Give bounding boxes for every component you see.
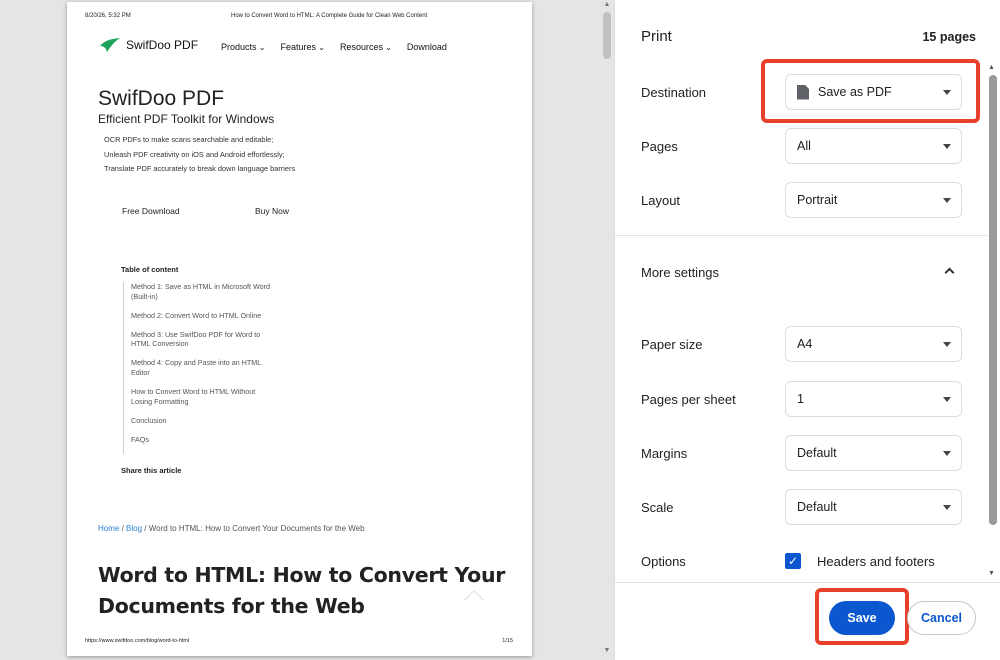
hero-feature-line: OCR PDFs to make scans searchable and ed… [104,135,274,144]
scale-select[interactable]: Default [785,489,962,525]
chevron-up-icon[interactable] [944,267,955,278]
hero-feature-list: OCR PDFs to make scans searchable and ed… [104,133,295,177]
dropdown-arrow-icon [943,144,951,149]
dropdown-arrow-icon [943,451,951,456]
breadcrumb-separator: / [121,524,124,533]
pages-per-sheet-label: Pages per sheet [641,392,736,407]
preview-scroll-up-icon[interactable]: ▲ [603,1,611,9]
page-footer-number: 1/15 [502,638,513,644]
toc-item[interactable]: Method 3: Use SwifDoo PDF for Word to HT… [131,330,273,349]
swift-bird-icon [100,38,120,52]
pages-value: All [797,139,811,153]
layout-label: Layout [641,193,681,208]
options-label: Options [641,554,686,569]
headers-footers-checkbox[interactable]: ✓ [785,553,801,569]
hero-feature-line: Unleash PDF creativity on iOS and Androi… [104,149,285,159]
scroll-down-icon[interactable]: ▼ [988,570,995,577]
site-nav: Products Features Resources Download [221,42,447,52]
save-highlight [815,588,909,645]
buy-now-button[interactable]: Buy Now [255,206,289,216]
dropdown-arrow-icon [943,505,951,510]
paper-size-label: Paper size [641,337,703,352]
print-preview-area: 8/20/26, 5:32 PM How to Convert Word to … [0,0,614,660]
settings-scrollbar-thumb[interactable] [989,75,997,525]
breadcrumb-current: Word to HTML: How to Convert Your Docume… [148,524,365,533]
preview-page: 8/20/26, 5:32 PM How to Convert Word to … [67,2,532,656]
page-footer-url: https://www.swifdoo.com/blog/word-to-htm… [85,638,190,644]
margins-select[interactable]: Default [785,435,962,471]
free-download-button[interactable]: Free Download [122,206,180,216]
nav-products[interactable]: Products [221,42,265,52]
logo-text: SwifDoo PDF [126,38,199,52]
toc-item[interactable]: Conclusion [131,416,273,426]
pages-label: Pages [641,139,678,154]
footer-divider [615,582,1000,583]
nav-download[interactable]: Download [407,42,447,52]
toc-item[interactable]: FAQs [131,435,273,445]
destination-label: Destination [641,85,707,100]
scroll-up-icon[interactable]: ▲ [988,64,995,71]
hero-feature-line: Translate PDF accurately to break down l… [104,164,296,174]
dropdown-arrow-icon [943,397,951,402]
paper-size-select[interactable]: A4 [785,326,962,362]
article-title: Word to HTML: How to Convert Your Docume… [98,563,506,618]
breadcrumb-blog[interactable]: Blog [126,524,142,533]
page-header-date: 8/20/26, 5:32 PM [85,13,131,19]
nav-resources[interactable]: Resources [340,42,392,52]
more-settings-toggle[interactable]: More settings [641,265,719,280]
breadcrumb-separator: / [144,524,147,533]
section-divider [615,235,987,236]
margins-value: Default [797,446,837,460]
breadcrumb: Home / Blog / Word to HTML: How to Conve… [98,524,365,533]
pages-per-sheet-value: 1 [797,392,804,406]
share-article-heading: Share this article [121,466,182,475]
print-settings-panel: Print 15 pages Destination Save as PDF P… [614,0,1000,660]
dropdown-arrow-icon [943,342,951,347]
preview-scroll-down-icon[interactable]: ▼ [603,647,611,655]
hero-title: SwifDoo PDF [98,87,225,110]
page-header-title: How to Convert Word to HTML: A Complete … [231,13,428,19]
scale-value: Default [797,500,837,514]
page-count: 15 pages [922,30,976,44]
scale-label: Scale [641,500,674,515]
toc-item[interactable]: How to Convert Word to HTML Without Losi… [131,387,273,406]
hero-subtitle: Efficient PDF Toolkit for Windows [98,112,275,126]
layout-value: Portrait [797,193,838,207]
toc-list: Method 1: Save as HTML in Microsoft Word… [123,282,273,455]
margins-label: Margins [641,446,688,461]
dropdown-arrow-icon [943,198,951,203]
headers-footers-label[interactable]: Headers and footers [817,554,935,569]
toc-title: Table of content [121,265,179,274]
toc-item[interactable]: Method 2: Convert Word to HTML Online [131,311,273,321]
cancel-button[interactable]: Cancel [907,601,976,635]
paper-size-value: A4 [797,337,813,351]
print-title: Print [641,28,672,45]
destination-highlight [761,59,980,123]
pages-per-sheet-select[interactable]: 1 [785,381,962,417]
preview-scrollbar-thumb[interactable] [603,12,611,59]
breadcrumb-home[interactable]: Home [98,524,119,533]
site-logo: SwifDoo PDF [99,37,198,53]
layout-select[interactable]: Portrait [785,182,962,218]
nav-features[interactable]: Features [280,42,324,52]
pages-select[interactable]: All [785,128,962,164]
toc-item[interactable]: Method 4: Copy and Paste into an HTML Ed… [131,358,273,377]
toc-item[interactable]: Method 1: Save as HTML in Microsoft Word… [131,282,273,301]
